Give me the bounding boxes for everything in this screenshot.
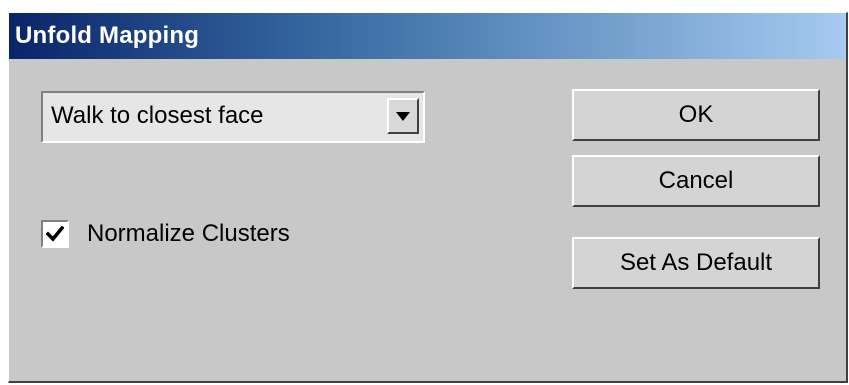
checkmark-icon xyxy=(46,226,64,242)
set-as-default-button[interactable]: Set As Default xyxy=(572,237,820,289)
ok-button[interactable]: OK xyxy=(572,89,820,141)
chevron-down-icon xyxy=(396,111,410,121)
dropdown-toggle-button[interactable] xyxy=(387,98,419,134)
title-bar[interactable]: Unfold Mapping xyxy=(9,13,846,59)
normalize-clusters-checkbox[interactable] xyxy=(41,220,69,248)
normalize-clusters-label: Normalize Clusters xyxy=(87,220,290,247)
cancel-button[interactable]: Cancel xyxy=(572,155,820,207)
mapping-method-dropdown[interactable]: Walk to closest face xyxy=(41,91,425,143)
dialog-title: Unfold Mapping xyxy=(15,22,200,49)
normalize-clusters-option[interactable]: Normalize Clusters xyxy=(41,216,290,252)
unfold-mapping-dialog: Unfold Mapping Walk to closest face Norm… xyxy=(8,12,848,383)
mapping-method-selected-value: Walk to closest face xyxy=(51,102,264,129)
